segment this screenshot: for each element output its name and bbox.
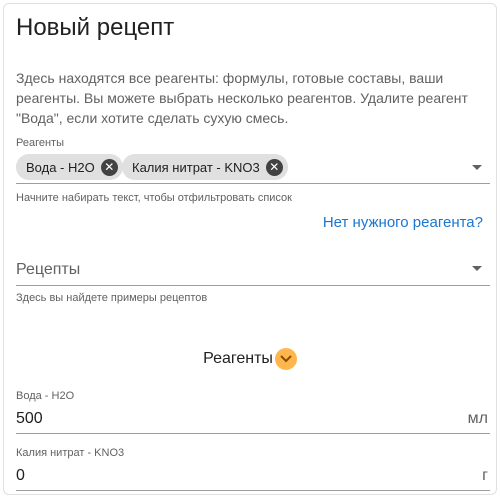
reagents-select[interactable]: Вода - H2O ✕ Калия нитрат - KNO3 ✕ [16, 152, 490, 184]
chevron-down-icon [280, 355, 292, 363]
form-description: Здесь находятся все реагенты: формулы, г… [16, 70, 468, 126]
page-title: Новый рецепт [16, 14, 175, 41]
recipes-placeholder: Рецепты [16, 261, 81, 278]
recipes-hint: Здесь вы найдете примеры рецептов [16, 292, 208, 304]
new-recipe-card: Новый рецепт Здесь находятся все реагент… [3, 3, 497, 495]
reagents-field-label: Реагенты [16, 137, 64, 149]
section-title: Реагенты [203, 350, 273, 367]
kno3-amount-input[interactable]: 0 г [16, 463, 490, 491]
chip-water[interactable]: Вода - H2O ✕ [16, 154, 123, 180]
kno3-amount-value: 0 [16, 467, 25, 484]
water-amount-unit: мл [467, 410, 488, 427]
kno3-amount-unit: г [482, 467, 488, 484]
missing-reagent-link[interactable]: Нет нужного реагента? [323, 214, 483, 231]
recipes-select[interactable]: Рецепты [16, 252, 490, 286]
reagents-section-header: Реагенты [4, 348, 496, 370]
dropdown-arrow-icon[interactable] [472, 165, 482, 170]
close-icon[interactable]: ✕ [100, 158, 118, 176]
dropdown-arrow-icon[interactable] [472, 266, 482, 271]
close-icon[interactable]: ✕ [265, 158, 283, 176]
chip-label: Вода - H2O [26, 159, 95, 175]
kno3-amount-label: Калия нитрат - KNO3 [16, 447, 125, 459]
reagents-hint: Начните набирать текст, чтобы отфильтров… [16, 192, 292, 204]
water-amount-value: 500 [16, 410, 43, 427]
expand-toggle-button[interactable] [274, 348, 297, 370]
water-amount-label: Вода - H2O [16, 390, 75, 402]
water-amount-input[interactable]: 500 мл [16, 406, 490, 434]
chip-potassium-nitrate[interactable]: Калия нитрат - KNO3 ✕ [122, 154, 288, 180]
chip-label: Калия нитрат - KNO3 [132, 159, 260, 175]
